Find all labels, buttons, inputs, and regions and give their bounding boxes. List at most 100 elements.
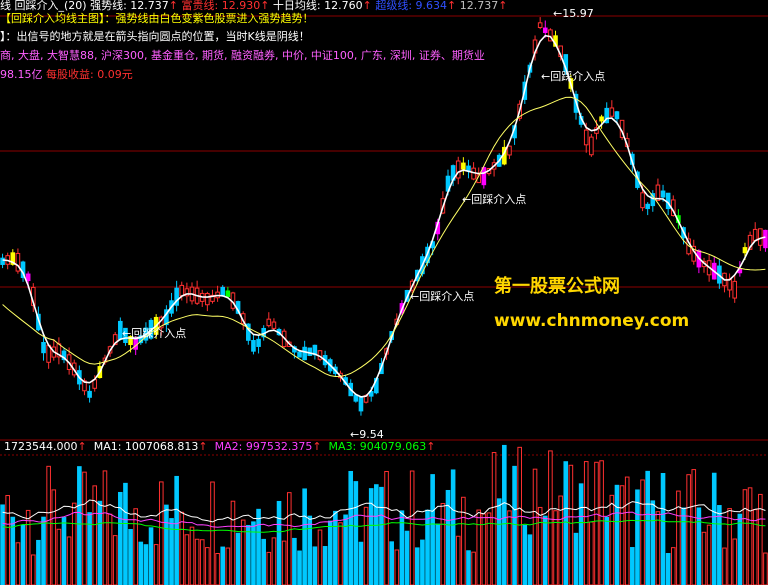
candle-body	[353, 394, 359, 402]
volume-bar	[435, 523, 441, 585]
volume-bar	[312, 546, 318, 585]
volume-bar	[414, 547, 420, 585]
volume-bar	[455, 535, 461, 585]
header-segment: 回踩介入_(20)	[11, 0, 91, 12]
volume-bar	[583, 461, 589, 585]
volume-bar	[148, 527, 154, 585]
volume-bar	[210, 481, 215, 585]
volume-header: 1723544.000↑, MA1: 1007068.813↑, MA2: 99…	[4, 440, 436, 453]
volume-bar	[645, 470, 650, 585]
volume-bar	[394, 549, 400, 585]
volume-ma3: MA3: 904079.063	[328, 440, 427, 453]
volume-bar	[461, 496, 466, 585]
volume-bar	[717, 505, 722, 585]
candle-body	[307, 347, 313, 356]
volume-bar	[286, 492, 292, 585]
volume-bar	[51, 489, 57, 585]
volume-bar	[522, 524, 528, 585]
volume-bar	[338, 522, 343, 585]
volume-bar	[5, 495, 10, 585]
volume-bar	[102, 470, 108, 585]
candle-body	[727, 278, 732, 291]
candle-body	[225, 290, 231, 298]
volume-bar	[471, 551, 476, 585]
volume-bar	[665, 553, 671, 585]
volume-bar	[619, 485, 625, 585]
header-segment: 富贵线: 12.930	[178, 0, 261, 12]
volume-bar	[225, 547, 231, 585]
sector-tags[interactable]: 商, 大盘, 大智慧88, 沪深300, 基金重仓, 期货, 融资融券, 中价,…	[0, 49, 485, 63]
volume-bar	[655, 511, 661, 585]
watermark-title: 第一股票公式网	[494, 276, 620, 297]
volume-bar	[706, 524, 712, 585]
volume-bar	[589, 521, 594, 585]
volume-bar	[599, 460, 604, 585]
volume-bar	[758, 493, 763, 585]
volume-ma1: MA1: 1007068.813	[93, 440, 199, 453]
entry-point-label: ←回踩介入点	[122, 327, 187, 340]
volume-bar	[266, 551, 272, 585]
candle-body	[481, 167, 487, 186]
candle-body	[507, 145, 512, 156]
candle-body	[542, 27, 548, 34]
volume-bar	[189, 526, 195, 585]
entry-point-label: ←回踩介入点	[410, 290, 475, 303]
volume-bar	[686, 474, 691, 585]
volume-bar	[640, 479, 645, 585]
header-segment: 十日均线: 12.760	[269, 0, 363, 12]
volume-bar	[302, 488, 307, 585]
volume-ma2: MA2: 997532.375	[214, 440, 313, 453]
volume-bar	[271, 537, 277, 585]
volume-bar	[36, 539, 41, 585]
volume-bar	[527, 534, 533, 585]
header-segment: ↑	[362, 0, 372, 12]
volume-bar	[118, 491, 123, 585]
volume-bar	[476, 509, 482, 585]
candle-body	[220, 286, 226, 297]
candle-body	[537, 22, 543, 28]
volume-bar	[660, 473, 666, 585]
volume-bar	[445, 489, 451, 585]
volume-bar	[15, 542, 21, 585]
volume-bar	[143, 544, 149, 585]
volume-bar	[353, 481, 359, 585]
volume-bar	[297, 550, 302, 585]
volume-bar	[696, 507, 702, 585]
volume-bar	[66, 536, 72, 585]
candle-body	[614, 111, 620, 120]
volume-bar	[374, 484, 379, 585]
watermark-url: www.chnmoney.com	[494, 311, 690, 331]
volume-bar	[343, 514, 348, 585]
volume-bar	[670, 547, 676, 585]
volume-bar	[82, 471, 87, 585]
candle-body	[0, 257, 5, 265]
volume-bar	[46, 465, 51, 585]
header-segment: 线	[0, 0, 11, 12]
candle-body	[640, 192, 645, 209]
volume-bar	[404, 530, 410, 585]
volume-bar	[548, 450, 553, 585]
volume-bar	[496, 498, 502, 585]
kline-chart[interactable]	[0, 0, 768, 585]
volume-bar	[727, 508, 732, 585]
volume-bar	[71, 502, 77, 585]
volume-bar	[568, 464, 574, 585]
volume-bar	[389, 541, 394, 585]
candle-body	[758, 228, 763, 246]
volume-bar	[742, 489, 748, 585]
volume-bar	[450, 469, 456, 585]
volume-bar	[317, 529, 323, 585]
fundamentals-line: 98.15亿 每股收益: 0.09元	[0, 68, 133, 82]
volume-bar	[430, 474, 435, 585]
stock-chart-window: 线 回踩介入_(20) 强势线: 12.737↑ 富贵线: 12.930↑ 十日…	[0, 0, 768, 585]
market-cap: 98.15亿	[0, 68, 43, 81]
volume-bar	[711, 472, 717, 585]
volume-bar	[240, 519, 246, 585]
volume-bar	[194, 538, 200, 585]
volume-bar	[384, 470, 389, 585]
candle-body	[583, 129, 589, 146]
volume-bar	[199, 539, 205, 585]
volume-bar	[41, 516, 46, 585]
volume-bar	[722, 547, 727, 585]
header-segment: ↑	[168, 0, 178, 12]
